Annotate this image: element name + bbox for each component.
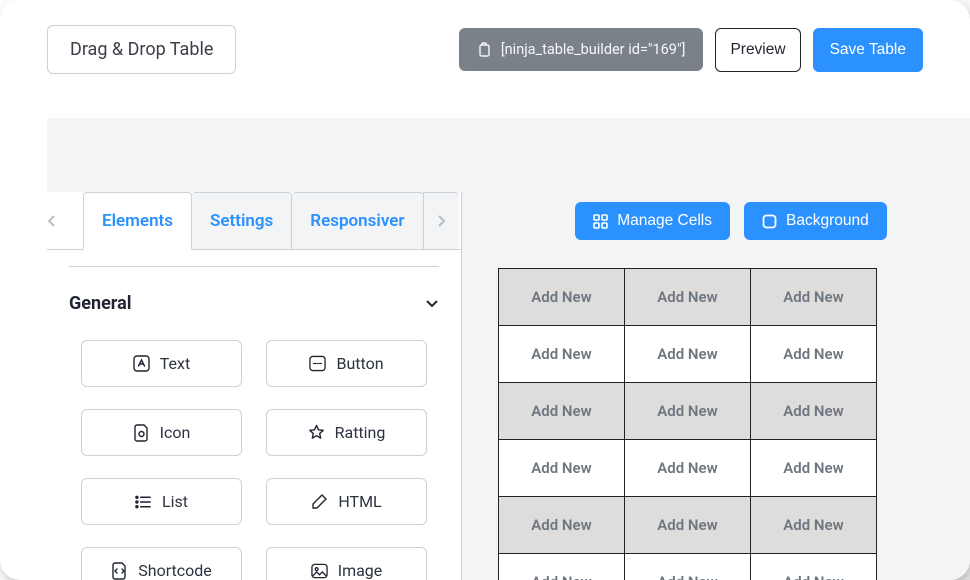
manage-cells-button[interactable]: Manage Cells (575, 202, 730, 240)
table-cell[interactable]: Add New (751, 326, 877, 383)
table-row: Add New Add New Add New (499, 440, 877, 497)
left-panel: Elements Settings Responsiver General (47, 192, 462, 580)
element-label: Button (336, 354, 383, 373)
table-cell[interactable]: Add New (499, 497, 625, 554)
tab-responsiver[interactable]: Responsiver (292, 192, 423, 250)
element-list[interactable]: List (81, 478, 242, 525)
table-title-field[interactable]: Drag & Drop Table (47, 25, 236, 74)
element-label: Image (338, 561, 383, 580)
square-icon (762, 214, 777, 229)
element-image[interactable]: Image (266, 547, 427, 580)
clipboard-icon (477, 42, 491, 58)
table-cell[interactable]: Add New (625, 269, 751, 326)
right-actions: Manage Cells Background (492, 202, 970, 240)
list-icon (135, 493, 152, 510)
image-icon (311, 562, 328, 579)
text-icon (133, 355, 150, 372)
save-table-button[interactable]: Save Table (813, 28, 923, 72)
table-row: Add New Add New Add New (499, 497, 877, 554)
table-row: Add New Add New Add New (499, 269, 877, 326)
shortcode-display[interactable]: [ninja_table_builder id="169"] (459, 28, 704, 71)
star-icon (308, 424, 325, 441)
table-cell[interactable]: Add New (499, 440, 625, 497)
table-cell[interactable]: Add New (751, 497, 877, 554)
header: Drag & Drop Table [ninja_table_builder i… (0, 0, 970, 74)
section-general-header[interactable]: General (47, 267, 461, 332)
preview-button[interactable]: Preview (715, 28, 800, 72)
element-button[interactable]: Button (266, 340, 427, 387)
table-cell[interactable]: Add New (625, 554, 751, 580)
element-label: Icon (160, 423, 191, 442)
builder-table: Add New Add New Add New Add New Add New … (498, 268, 877, 580)
pencil-icon (311, 493, 328, 510)
manage-cells-label: Manage Cells (617, 212, 712, 230)
table-cell[interactable]: Add New (499, 383, 625, 440)
table-cell[interactable]: Add New (751, 554, 877, 580)
element-icon[interactable]: Icon (81, 409, 242, 456)
table-cell[interactable]: Add New (499, 269, 625, 326)
table-cell[interactable]: Add New (625, 383, 751, 440)
elements-grid: Text Button Icon (47, 332, 461, 580)
tabstrip: Elements Settings Responsiver (47, 192, 461, 250)
table-cell[interactable]: Add New (751, 383, 877, 440)
table-cell[interactable]: Add New (499, 554, 625, 580)
table-cell[interactable]: Add New (751, 440, 877, 497)
tab-scroll-right-icon[interactable] (423, 192, 459, 249)
grid-icon (593, 214, 608, 229)
table-cell[interactable]: Add New (625, 326, 751, 383)
shortcode-text: [ninja_table_builder id="169"] (501, 41, 686, 58)
table-title-text: Drag & Drop Table (70, 39, 213, 60)
icon-icon (133, 424, 150, 441)
background-button[interactable]: Background (744, 202, 887, 240)
tab-scroll-left-icon[interactable] (47, 214, 83, 228)
element-html[interactable]: HTML (266, 478, 427, 525)
chevron-down-icon (425, 299, 439, 308)
table-cell[interactable]: Add New (625, 440, 751, 497)
element-label: List (162, 492, 188, 511)
element-ratting[interactable]: Ratting (266, 409, 427, 456)
table-row: Add New Add New Add New (499, 383, 877, 440)
table-row: Add New Add New Add New (499, 554, 877, 580)
element-label: Text (160, 354, 190, 373)
element-label: HTML (338, 492, 381, 511)
app-shell: Drag & Drop Table [ninja_table_builder i… (0, 0, 970, 580)
tab-elements[interactable]: Elements (83, 192, 192, 250)
element-shortcode[interactable]: Shortcode (81, 547, 242, 580)
section-general-label: General (69, 293, 132, 314)
element-text[interactable]: Text (81, 340, 242, 387)
background-label: Background (786, 212, 869, 230)
table-row: Add New Add New Add New (499, 326, 877, 383)
table-cell[interactable]: Add New (751, 269, 877, 326)
element-label: Ratting (335, 423, 386, 442)
button-icon (309, 355, 326, 372)
table-cell[interactable]: Add New (625, 497, 751, 554)
shortcode-icon (111, 562, 128, 579)
tab-settings[interactable]: Settings (192, 192, 292, 250)
right-panel: Manage Cells Background Add New Add New … (462, 192, 970, 580)
element-label: Shortcode (138, 561, 212, 580)
table-cell[interactable]: Add New (499, 326, 625, 383)
